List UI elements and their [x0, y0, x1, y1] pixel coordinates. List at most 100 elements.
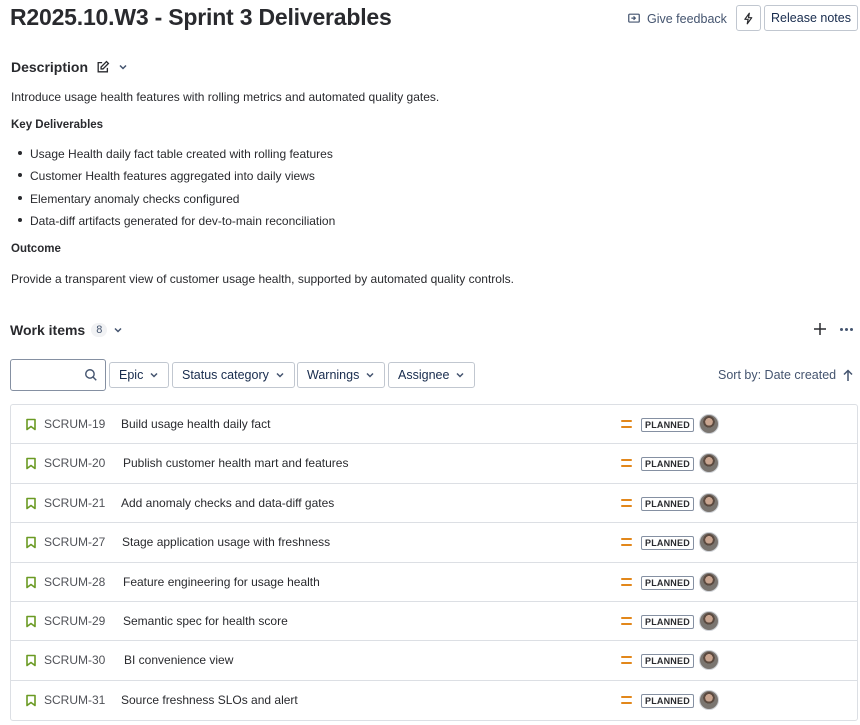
list-item: Customer Health features aggregated into… [18, 168, 335, 190]
story-icon [26, 418, 36, 431]
story-icon [26, 497, 36, 510]
work-item-key[interactable]: SCRUM-21 [44, 496, 105, 510]
status-badge[interactable]: PLANNED [641, 418, 694, 432]
priority-medium-icon [621, 458, 632, 468]
priority-medium-icon [621, 616, 632, 626]
search-input[interactable] [10, 359, 106, 391]
status-badge[interactable]: PLANNED [641, 536, 694, 551]
edit-icon [97, 60, 110, 73]
status-badge[interactable]: PLANNED [641, 614, 694, 629]
table-row[interactable]: SCRUM-20 Publish customer health mart an… [11, 444, 857, 484]
story-icon [26, 458, 36, 470]
page-title: R2025.10.W3 - Sprint 3 Deliverables [10, 4, 392, 30]
search-icon [85, 369, 97, 381]
automation-button[interactable] [736, 5, 761, 31]
work-item-key[interactable]: SCRUM-29 [44, 614, 105, 628]
work-item-summary[interactable]: Stage application usage with freshness [122, 535, 330, 549]
priority-medium-icon [621, 577, 632, 587]
avatar[interactable] [699, 492, 719, 513]
give-feedback-label: Give feedback [647, 12, 727, 26]
work-item-key[interactable]: SCRUM-30 [44, 653, 105, 667]
list-item: Data-diff artifacts generated for dev-to… [18, 213, 335, 235]
more-actions-button[interactable] [837, 321, 855, 337]
work-item-summary[interactable]: BI convenience view [124, 653, 233, 667]
filter-label: Epic [119, 368, 144, 382]
give-feedback-button[interactable]: Give feedback [627, 9, 727, 29]
chevron-down-icon [119, 64, 127, 70]
work-items-table: SCRUM-19 Build usage health daily fact P… [10, 404, 858, 722]
deliverables-list: Usage Health daily fact table created wi… [18, 146, 335, 235]
work-item-key[interactable]: SCRUM-19 [44, 417, 105, 431]
more-icon [839, 327, 843, 331]
status-badge[interactable]: PLANNED [641, 575, 694, 590]
chevron-down-icon [114, 327, 122, 333]
story-icon [26, 536, 36, 549]
table-row[interactable]: SCRUM-31 Source freshness SLOs and alert… [11, 681, 857, 720]
avatar[interactable] [699, 453, 719, 474]
status-badge[interactable]: PLANNED [641, 496, 694, 511]
description-heading: Description [11, 59, 89, 75]
filter-label: Assignee [398, 368, 450, 382]
priority-medium-icon [621, 537, 632, 547]
add-work-item-button[interactable] [812, 321, 828, 337]
story-icon [26, 615, 36, 628]
description-intro: Introduce usage health features with rol… [11, 90, 440, 104]
work-items-heading: Work items [10, 322, 86, 338]
work-items-header: Work items 8 [10, 320, 123, 340]
priority-medium-icon [621, 419, 632, 429]
priority-medium-icon [621, 695, 632, 705]
work-item-summary[interactable]: Feature engineering for usage health [123, 575, 320, 589]
avatar[interactable] [699, 414, 719, 434]
arrow-up-icon [843, 368, 853, 381]
table-row[interactable]: SCRUM-29 Semantic spec for health score … [11, 602, 857, 642]
work-item-summary[interactable]: Semantic spec for health score [123, 614, 288, 628]
avatar[interactable] [699, 532, 719, 553]
work-item-summary[interactable]: Source freshness SLOs and alert [121, 693, 298, 707]
story-icon [26, 576, 36, 588]
avatar[interactable] [699, 689, 719, 710]
filter-status-category[interactable]: Status category [172, 362, 295, 388]
work-item-key[interactable]: SCRUM-20 [44, 456, 105, 470]
chevron-down-icon [456, 372, 464, 378]
filter-label: Status category [182, 368, 269, 382]
status-badge[interactable]: PLANNED [641, 693, 694, 708]
avatar[interactable] [699, 650, 719, 671]
table-row[interactable]: SCRUM-21 Add anomaly checks and data-dif… [11, 484, 857, 524]
filter-warnings[interactable]: Warnings [297, 362, 386, 388]
filter-epic[interactable]: Epic [109, 362, 170, 388]
status-badge[interactable]: PLANNED [641, 654, 694, 669]
story-icon [26, 694, 36, 707]
sort-label: Sort by: Date created [718, 368, 837, 382]
work-item-key[interactable]: SCRUM-27 [44, 535, 105, 549]
work-item-key[interactable]: SCRUM-31 [44, 693, 105, 707]
chevron-down-icon [150, 372, 158, 378]
deliverables-heading: Key Deliverables [11, 119, 104, 131]
chevron-down-icon [366, 372, 374, 378]
filter-assignee[interactable]: Assignee [388, 362, 476, 388]
edit-description-button[interactable] [96, 60, 110, 74]
work-item-summary[interactable]: Publish customer health mart and feature… [123, 456, 348, 470]
work-items-count: 8 [91, 323, 108, 337]
outcome-text: Provide a transparent view of customer u… [11, 272, 514, 286]
work-item-summary[interactable]: Build usage health daily fact [121, 417, 270, 431]
description-header: Description [11, 57, 128, 77]
work-items-collapse-button[interactable] [113, 325, 123, 335]
outcome-heading: Outcome [11, 243, 61, 255]
work-item-key[interactable]: SCRUM-28 [44, 575, 105, 589]
list-item: Usage Health daily fact table created wi… [18, 146, 335, 168]
avatar[interactable] [699, 610, 719, 631]
table-row[interactable]: SCRUM-30 BI convenience view PLANNED [11, 641, 857, 681]
table-row[interactable]: SCRUM-19 Build usage health daily fact P… [11, 405, 857, 445]
release-notes-button[interactable]: Release notes [764, 5, 858, 31]
description-collapse-button[interactable] [118, 62, 128, 72]
status-badge[interactable]: PLANNED [641, 457, 694, 472]
work-item-summary[interactable]: Add anomaly checks and data-diff gates [121, 496, 334, 510]
lightning-icon [744, 12, 753, 24]
table-row[interactable]: SCRUM-27 Stage application usage with fr… [11, 523, 857, 563]
avatar[interactable] [699, 571, 719, 592]
table-row[interactable]: SCRUM-28 Feature engineering for usage h… [11, 563, 857, 602]
story-icon [26, 655, 36, 667]
sort-button[interactable]: Sort by: Date created [718, 364, 854, 386]
feedback-icon [628, 13, 640, 23]
priority-medium-icon [621, 655, 632, 665]
